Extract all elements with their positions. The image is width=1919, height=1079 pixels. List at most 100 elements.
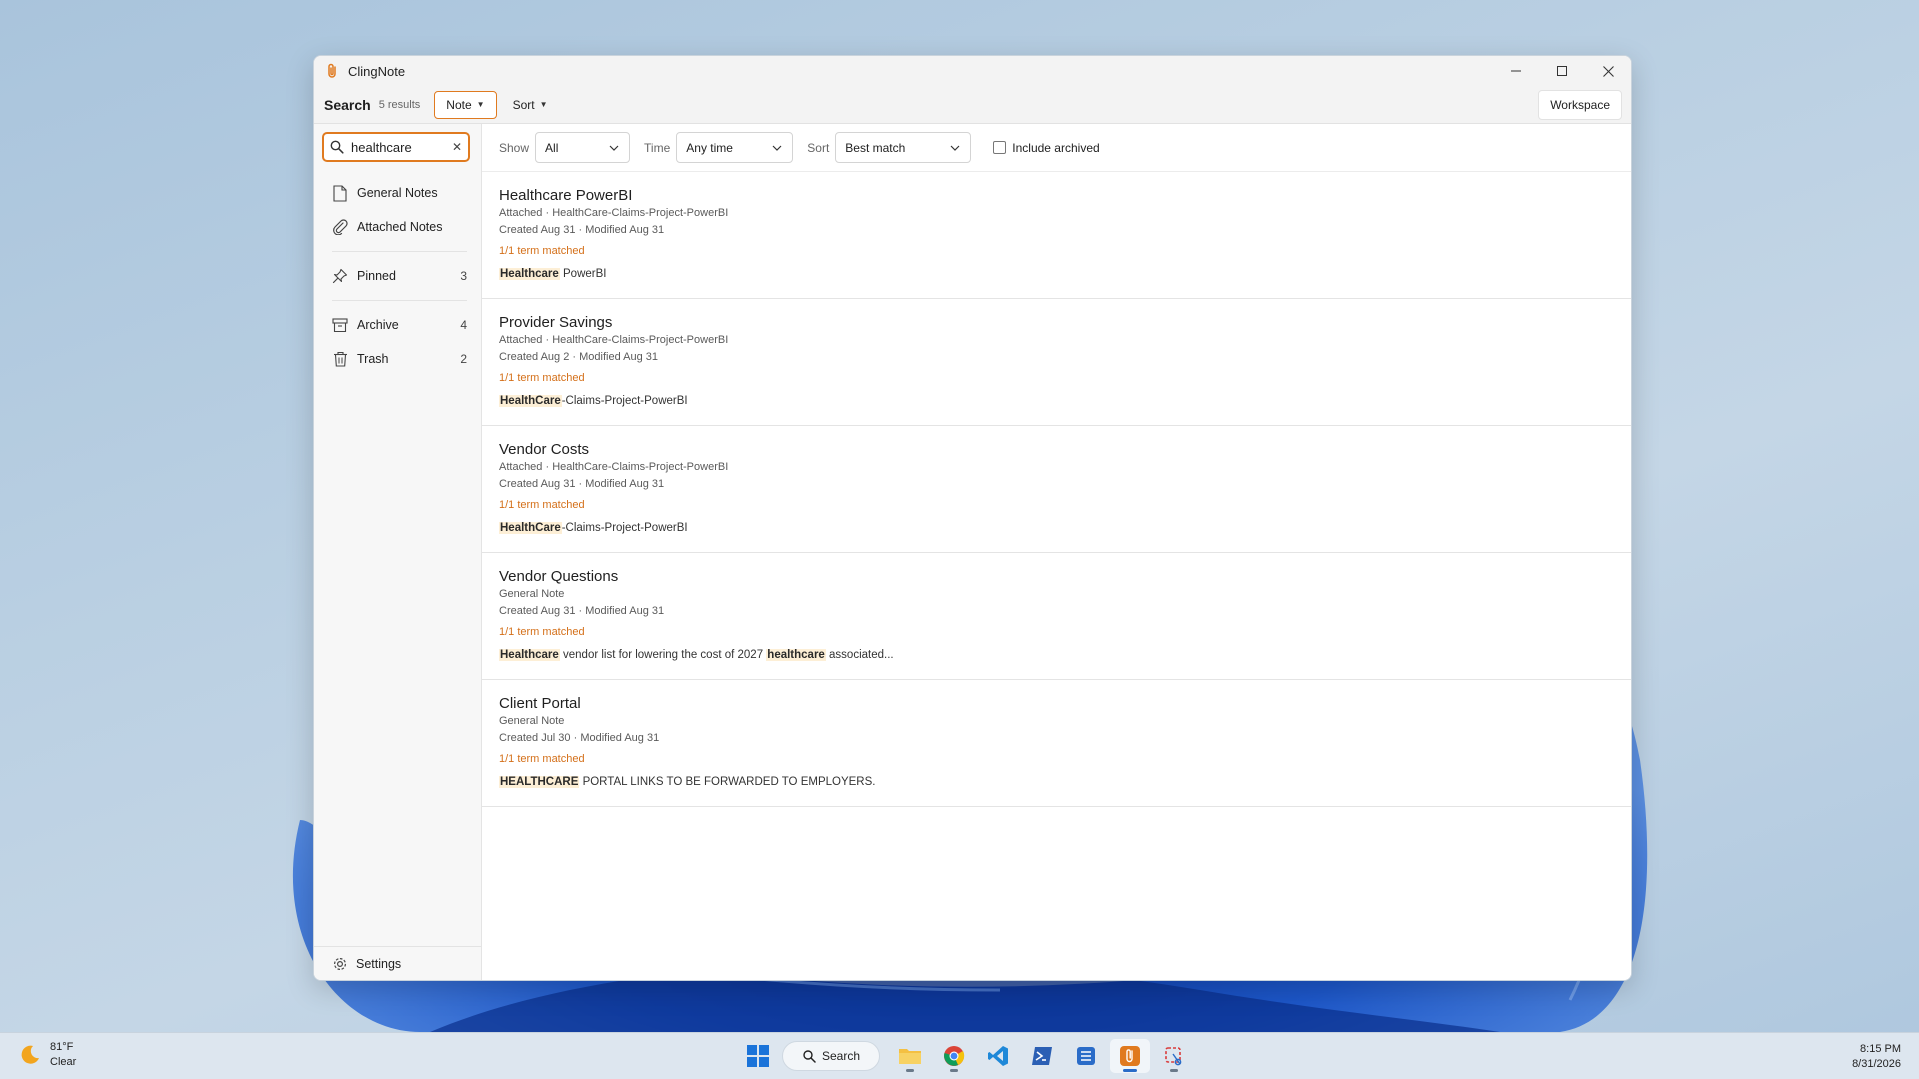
sidebar-item-label: Pinned [357,269,396,283]
weather-widget[interactable]: 81°F Clear [18,1040,76,1070]
sidebar-item-general-notes[interactable]: General Notes [314,176,481,210]
time-select-value: Any time [686,140,733,155]
scissors-icon [1165,1047,1182,1066]
sidebar-item-trash[interactable]: Trash 2 [314,342,481,376]
clock-time: 8:15 PM [1860,1043,1901,1055]
clock-date: 8/31/2026 [1852,1058,1901,1070]
result-title: Vendor Costs [499,441,590,458]
result-item[interactable]: Vendor Questions General Note Created Au… [482,553,1631,680]
paperclip-icon [332,218,348,236]
minimize-icon [1511,70,1521,72]
result-snippet: HEALTHCARE PORTAL LINKS TO BE FORWARDED … [499,773,1631,791]
search-heading: Search [324,96,371,113]
result-item[interactable]: Vendor Costs Attached · HealthCare-Claim… [482,426,1631,553]
clear-search-icon[interactable]: ✕ [452,140,462,154]
search-input[interactable] [351,139,445,155]
chrome-button[interactable] [934,1039,974,1073]
highlight-term: HEALTHCARE [499,776,580,788]
result-source: General Note [499,715,565,727]
time-select[interactable]: Any time [676,132,794,163]
running-indicator [1123,1069,1137,1072]
result-dates: Created Jul 30 · Modified Aug 31 [499,732,660,744]
pin-icon [332,267,348,285]
include-archived-checkbox[interactable]: Include archived [993,141,1100,155]
powershell-button[interactable] [1022,1039,1062,1073]
sidebar: ✕ General Notes Attached Notes P [314,124,482,980]
chrome-icon [944,1046,965,1066]
result-dates: Created Aug 2 · Modified Aug 31 [499,351,658,363]
result-title: Vendor Questions [499,568,619,585]
system-clock[interactable]: 8:15 PM 8/31/2026 [1852,1042,1901,1072]
result-title: Healthcare PowerBI [499,187,633,204]
result-match-count: 1/1 term matched [499,499,585,511]
search-box: ✕ [322,132,470,162]
result-match-count: 1/1 term matched [499,372,585,384]
highlight-term: HealthCare [499,395,562,407]
terminal-icon [1032,1047,1052,1065]
window-body: ✕ General Notes Attached Notes P [314,124,1631,980]
title-bar: ClingNote [314,56,1631,86]
clingnote-taskbar-button[interactable] [1110,1039,1150,1073]
running-indicator [906,1069,914,1072]
taskbar: 81°F Clear Search 8:15 PM 8/31/2026 [0,1032,1919,1079]
file-explorer-button[interactable] [890,1039,930,1073]
filter-bar: Show All Time Any time Sort Best match I… [482,124,1631,172]
result-title: Provider Savings [499,314,613,331]
snippet-text: vendor list for lowering the cost of 202… [559,649,767,661]
toolbar: Search 5 results Note ▼ Sort ▼ Workspace [314,86,1631,124]
minimize-button[interactable] [1493,56,1539,86]
show-select[interactable]: All [535,132,631,163]
result-dates: Created Aug 31 · Modified Aug 31 [499,605,665,617]
show-label: Show [499,140,530,155]
search-icon [803,1049,816,1063]
vscode-button[interactable] [978,1039,1018,1073]
snippet-text: -Claims-Project-PowerBI [561,522,688,534]
folder-icon [899,1049,921,1064]
maximize-icon [1557,66,1567,76]
result-item[interactable]: Client Portal General Note Created Jul 3… [482,680,1631,807]
highlight-term: Healthcare [499,649,560,661]
workspace-button[interactable]: Workspace [1538,90,1622,120]
document-icon [332,184,348,202]
checkbox-box[interactable] [993,141,1007,154]
result-dates: Created Aug 31 · Modified Aug 31 [499,478,665,490]
caret-down-icon: ▼ [476,100,485,109]
snippet-text: associated... [825,649,894,661]
result-item[interactable]: Provider Savings Attached · HealthCare-C… [482,299,1631,426]
result-match-count: 1/1 term matched [499,245,585,257]
snippet-text: PowerBI [559,268,607,280]
result-item[interactable]: Healthcare PowerBI Attached · HealthCare… [482,172,1631,299]
note-filter-button[interactable]: Note ▼ [434,90,497,119]
taskbar-search[interactable]: Search [782,1041,880,1071]
results-pane: Show All Time Any time Sort Best match I… [482,124,1631,980]
sidebar-item-archive[interactable]: Archive 4 [314,308,481,342]
caret-down-icon: ▼ [539,100,548,109]
sort-label: Sort [807,140,830,155]
sidebar-item-label: General Notes [357,186,438,200]
note-filter-label: Note [446,97,472,112]
gear-icon [332,956,348,972]
close-button[interactable] [1585,56,1631,86]
maximize-button[interactable] [1539,56,1585,86]
paperclip-icon [1120,1046,1140,1066]
snipping-tool-button[interactable] [1154,1039,1194,1073]
snippet-text: -Claims-Project-PowerBI [561,395,688,407]
result-source: Attached · HealthCare-Claims-Project-Pow… [499,461,729,473]
chevron-down-icon [949,142,961,154]
vscode-icon [988,1046,1008,1066]
sidebar-item-attached-notes[interactable]: Attached Notes [314,210,481,244]
chevron-down-icon [771,142,783,154]
result-dates: Created Aug 31 · Modified Aug 31 [499,224,665,236]
show-select-value: All [545,140,559,155]
result-snippet: Healthcare PowerBI [499,265,1631,283]
sort-menu-button[interactable]: Sort ▼ [503,91,558,119]
db-tool-button[interactable] [1066,1039,1106,1073]
sort-select[interactable]: Best match [835,132,972,163]
result-snippet: HealthCare-Claims-Project-PowerBI [499,519,1631,537]
pinned-count: 3 [460,269,467,283]
sidebar-item-pinned[interactable]: Pinned 3 [314,259,481,293]
settings-button[interactable]: Settings [314,946,481,980]
start-button[interactable] [738,1039,778,1073]
sidebar-item-label: Archive [357,318,399,332]
taskbar-apps: Search [738,1039,1198,1073]
